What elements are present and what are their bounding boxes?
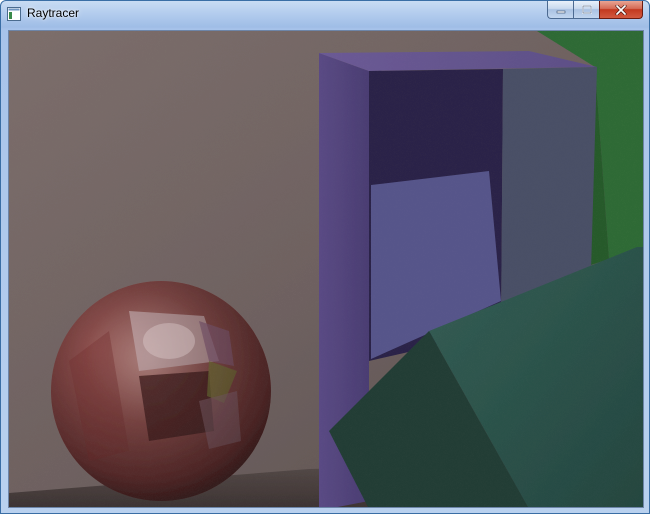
window-controls (547, 1, 643, 20)
maximize-icon (581, 5, 592, 14)
minimize-icon (556, 10, 565, 13)
minimize-button[interactable] (547, 1, 573, 19)
app-window: Raytracer (0, 0, 650, 514)
close-icon (615, 4, 627, 15)
close-button[interactable] (599, 1, 643, 19)
render-viewport (8, 30, 644, 508)
sphere-highlight (143, 323, 195, 359)
title-bar[interactable]: Raytracer (1, 1, 649, 29)
app-window-icon (7, 7, 21, 21)
window-title: Raytracer (27, 6, 80, 20)
maximize-button[interactable] (573, 1, 599, 19)
raytraced-scene (9, 31, 643, 507)
